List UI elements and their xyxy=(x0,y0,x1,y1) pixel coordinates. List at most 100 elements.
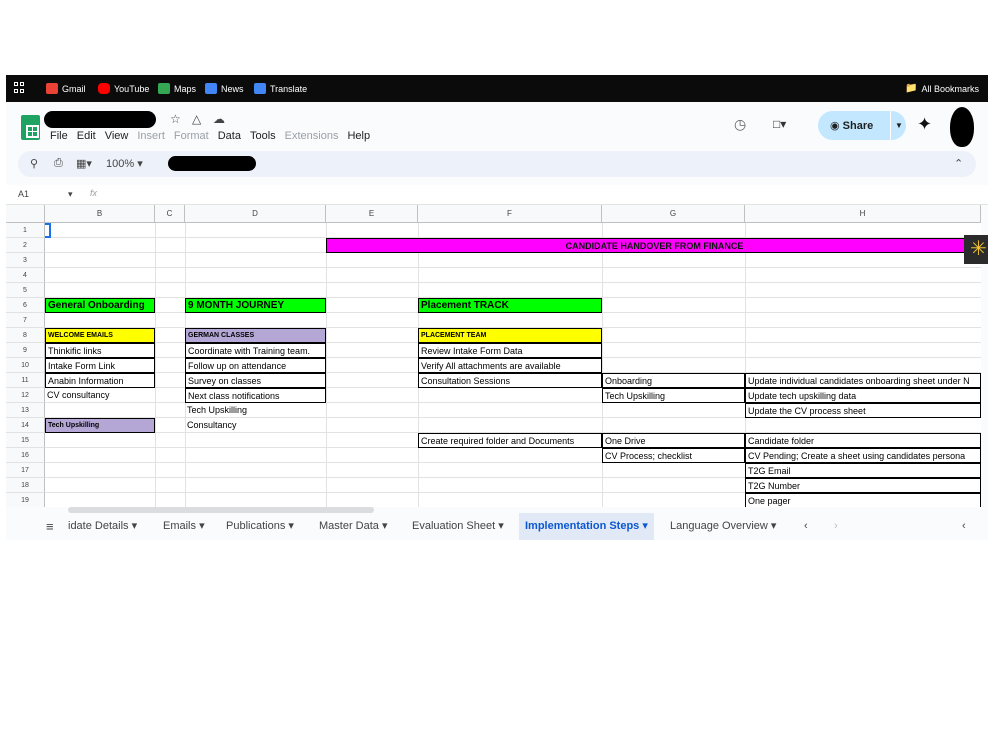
search-menus-icon[interactable]: ⚲ xyxy=(30,157,38,170)
tab-candidate-details[interactable]: idate Details ▾ xyxy=(62,513,143,540)
cell-b10[interactable]: Intake Form Link xyxy=(45,358,155,373)
star-icon[interactable]: ☆ xyxy=(170,112,181,126)
column-header-h[interactable]: H xyxy=(745,205,981,223)
meet-camera-icon[interactable]: □▾ xyxy=(773,117,786,131)
cell-f15[interactable]: Create required folder and Documents xyxy=(418,433,602,448)
column-header-c[interactable]: C xyxy=(155,205,185,223)
menu-file[interactable]: File xyxy=(50,130,68,142)
cloud-status-icon[interactable]: ☁ xyxy=(213,112,225,126)
cell-h13[interactable]: Update the CV process sheet xyxy=(745,403,981,418)
all-bookmarks[interactable]: 📁 All Bookmarks xyxy=(905,82,979,95)
cell-d9[interactable]: Coordinate with Training team. xyxy=(185,343,326,358)
cell-h15[interactable]: Candidate folder xyxy=(745,433,981,448)
row-header[interactable]: 2 xyxy=(6,238,45,253)
row-header[interactable]: 1 xyxy=(6,223,45,238)
cell-g16[interactable]: CV Process; checklist xyxy=(602,448,745,463)
cell-h16[interactable]: CV Pending; Create a sheet using candida… xyxy=(745,448,981,463)
menu-tools[interactable]: Tools xyxy=(250,130,276,142)
side-panel-spark-icon[interactable]: ✳ xyxy=(964,235,988,264)
cell-h17[interactable]: T2G Email xyxy=(745,463,981,478)
share-dropdown-icon[interactable]: ▼ xyxy=(890,111,906,140)
move-icon[interactable]: △ xyxy=(192,112,201,126)
row-header[interactable]: 19 xyxy=(6,493,45,507)
cell-g12[interactable]: Tech Upskilling xyxy=(602,388,745,403)
gemini-spark-icon[interactable]: ✦ xyxy=(917,114,932,135)
cell-h12[interactable]: Update tech upskilling data xyxy=(745,388,981,403)
cell-placement-team[interactable]: PLACEMENT TEAM xyxy=(418,328,602,343)
cell-f10[interactable]: Verify All attachments are available xyxy=(418,358,602,373)
menu-data[interactable]: Data xyxy=(218,130,241,142)
menu-insert[interactable]: Insert xyxy=(137,130,165,142)
menu-view[interactable]: View xyxy=(105,130,129,142)
version-history-icon[interactable]: ◷ xyxy=(734,116,746,133)
all-sheets-icon[interactable]: ≡ xyxy=(40,513,60,540)
bookmark-youtube[interactable]: YouTube xyxy=(98,82,149,95)
cell-f9[interactable]: Review Intake Form Data xyxy=(418,343,602,358)
row-header[interactable]: 10 xyxy=(6,358,45,373)
scroll-tabs-right-icon[interactable]: › xyxy=(828,513,844,540)
row-header[interactable]: 8 xyxy=(6,328,45,343)
apps-grid-icon[interactable] xyxy=(14,82,26,94)
row-header[interactable]: 12 xyxy=(6,388,45,403)
row-header[interactable]: 5 xyxy=(6,283,45,298)
cell-d12[interactable]: Next class notifications xyxy=(185,388,326,403)
column-header-g[interactable]: G xyxy=(602,205,745,223)
avatar[interactable] xyxy=(950,107,974,147)
bookmark-news[interactable]: News xyxy=(205,82,244,95)
cell-h11[interactable]: Update individual candidates onboarding … xyxy=(745,373,981,388)
cell-d14[interactable]: Consultancy xyxy=(185,418,326,433)
menu-format[interactable]: Format xyxy=(174,130,209,142)
cell-h19[interactable]: One pager xyxy=(745,493,981,507)
banner-candidate-handover[interactable]: CANDIDATE HANDOVER FROM FINANCE xyxy=(326,238,981,253)
cell-general-onboarding[interactable]: General Onboarding xyxy=(45,298,155,313)
cell-d11[interactable]: Survey on classes xyxy=(185,373,326,388)
select-all-corner[interactable] xyxy=(6,205,45,223)
row-header[interactable]: 18 xyxy=(6,478,45,493)
bookmark-translate[interactable]: Translate xyxy=(254,82,307,95)
spreadsheet-grid[interactable]: B C D E F G H 1 2 3 4 5 6 7 8 9 10 11 12 13 14 15 16 17 1… xyxy=(6,205,981,507)
cell-welcome-emails[interactable]: WELCOME EMAILS xyxy=(45,328,155,343)
scroll-tabs-left-icon[interactable]: ‹ xyxy=(798,513,814,540)
tab-emails[interactable]: Emails ▾ xyxy=(157,513,211,540)
row-header[interactable]: 17 xyxy=(6,463,45,478)
menu-extensions[interactable]: Extensions xyxy=(285,130,339,142)
name-box[interactable]: A1 xyxy=(18,189,29,199)
cell-german-classes[interactable]: GERMAN CLASSES xyxy=(185,328,326,343)
row-header[interactable]: 4 xyxy=(6,268,45,283)
cell-placement-track[interactable]: Placement TRACK xyxy=(418,298,602,313)
cell-b9[interactable]: Thinkific links xyxy=(45,343,155,358)
tab-publications[interactable]: Publications ▾ xyxy=(220,513,300,540)
column-header-e[interactable]: E xyxy=(326,205,418,223)
cell-d10[interactable]: Follow up on attendance xyxy=(185,358,326,373)
bookmark-gmail[interactable]: Gmail xyxy=(46,82,86,95)
cell-d13[interactable]: Tech Upskilling xyxy=(185,403,326,418)
document-title[interactable] xyxy=(44,111,156,128)
tab-language-overview[interactable]: Language Overview ▾ xyxy=(664,513,782,540)
collapse-menu-icon[interactable]: ⌃ xyxy=(954,157,963,170)
name-box-dropdown-icon[interactable]: ▾ xyxy=(68,189,73,200)
cell-9-month-journey[interactable]: 9 MONTH JOURNEY xyxy=(185,298,326,313)
row-header[interactable]: 6 xyxy=(6,298,45,313)
row-header[interactable]: 16 xyxy=(6,448,45,463)
column-header-f[interactable]: F xyxy=(418,205,602,223)
bookmark-maps[interactable]: Maps xyxy=(158,82,196,95)
cell-h18[interactable]: T2G Number xyxy=(745,478,981,493)
column-header-b[interactable]: B xyxy=(45,205,155,223)
row-header[interactable]: 3 xyxy=(6,253,45,268)
cell-f11[interactable]: Consultation Sessions xyxy=(418,373,602,388)
tab-evaluation-sheet[interactable]: Evaluation Sheet ▾ xyxy=(406,513,510,540)
menu-edit[interactable]: Edit xyxy=(77,130,96,142)
sheets-logo-icon[interactable] xyxy=(21,115,40,140)
row-header[interactable]: 14 xyxy=(6,418,45,433)
row-header[interactable]: 13 xyxy=(6,403,45,418)
print-icon[interactable]: ⎙ xyxy=(54,157,63,170)
cell-g15[interactable]: One Drive xyxy=(602,433,745,448)
paint-format-icon[interactable]: ▦▾ xyxy=(76,157,92,170)
row-header[interactable]: 15 xyxy=(6,433,45,448)
row-header[interactable]: 11 xyxy=(6,373,45,388)
cell-b12[interactable]: CV consultancy xyxy=(45,388,155,403)
row-header[interactable]: 7 xyxy=(6,313,45,328)
tab-implementation-steps[interactable]: Implementation Steps ▾ xyxy=(519,513,654,540)
menu-help[interactable]: Help xyxy=(347,130,370,142)
zoom-select[interactable]: 100% ▾ xyxy=(106,157,143,170)
